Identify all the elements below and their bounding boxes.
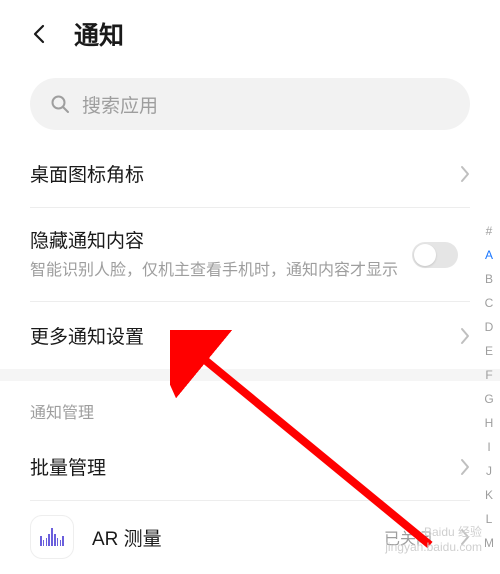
row-desktop-badge[interactable]: 桌面图标角标 <box>0 140 500 207</box>
alpha-index-item[interactable]: # <box>486 224 493 238</box>
chevron-right-icon <box>460 458 470 476</box>
row-label: 批量管理 <box>30 453 460 480</box>
row-hide-notification[interactable]: 隐藏通知内容 智能识别人脸，仅机主查看手机时，通知内容才显示 <box>0 208 500 301</box>
row-label: 隐藏通知内容 <box>30 226 470 253</box>
alpha-index-item[interactable]: I <box>487 440 490 454</box>
alpha-index-item[interactable]: E <box>485 344 493 358</box>
row-subtext: 智能识别人脸，仅机主查看手机时，通知内容才显示 <box>30 259 470 283</box>
alpha-index-item[interactable]: L <box>486 512 493 526</box>
alpha-index-item[interactable]: B <box>485 272 493 286</box>
page-title: 通知 <box>74 16 124 52</box>
alpha-index-item[interactable]: F <box>485 368 492 382</box>
row-more-settings[interactable]: 更多通知设置 <box>0 302 500 369</box>
row-label: 更多通知设置 <box>30 322 460 349</box>
back-icon[interactable] <box>28 22 52 46</box>
alpha-index-item[interactable]: H <box>485 416 494 430</box>
row-batch-manage[interactable]: 批量管理 <box>0 433 500 500</box>
toggle-switch[interactable] <box>412 242 458 268</box>
alpha-index-item[interactable]: D <box>485 320 494 334</box>
chevron-right-icon <box>460 165 470 183</box>
app-name: AR 测量 <box>92 524 366 551</box>
watermark: Baidu 经验 jingyan.baidu.com <box>385 525 482 556</box>
chevron-right-icon <box>460 327 470 345</box>
search-placeholder: 搜索应用 <box>82 91 158 118</box>
alpha-index[interactable]: # ABCDEFGHIJKLM <box>484 224 494 550</box>
alpha-index-item[interactable]: K <box>485 488 493 502</box>
search-input[interactable]: 搜索应用 <box>30 78 470 130</box>
app-icon <box>30 515 74 559</box>
alpha-index-item[interactable]: M <box>484 536 494 550</box>
search-icon <box>50 94 70 114</box>
alpha-index-item[interactable]: G <box>484 392 493 406</box>
row-label: 桌面图标角标 <box>30 160 460 187</box>
alpha-index-item[interactable]: A <box>485 248 493 262</box>
alpha-index-item[interactable]: J <box>486 464 492 478</box>
section-header-manage: 通知管理 <box>0 381 500 433</box>
alpha-index-item[interactable]: C <box>485 296 494 310</box>
